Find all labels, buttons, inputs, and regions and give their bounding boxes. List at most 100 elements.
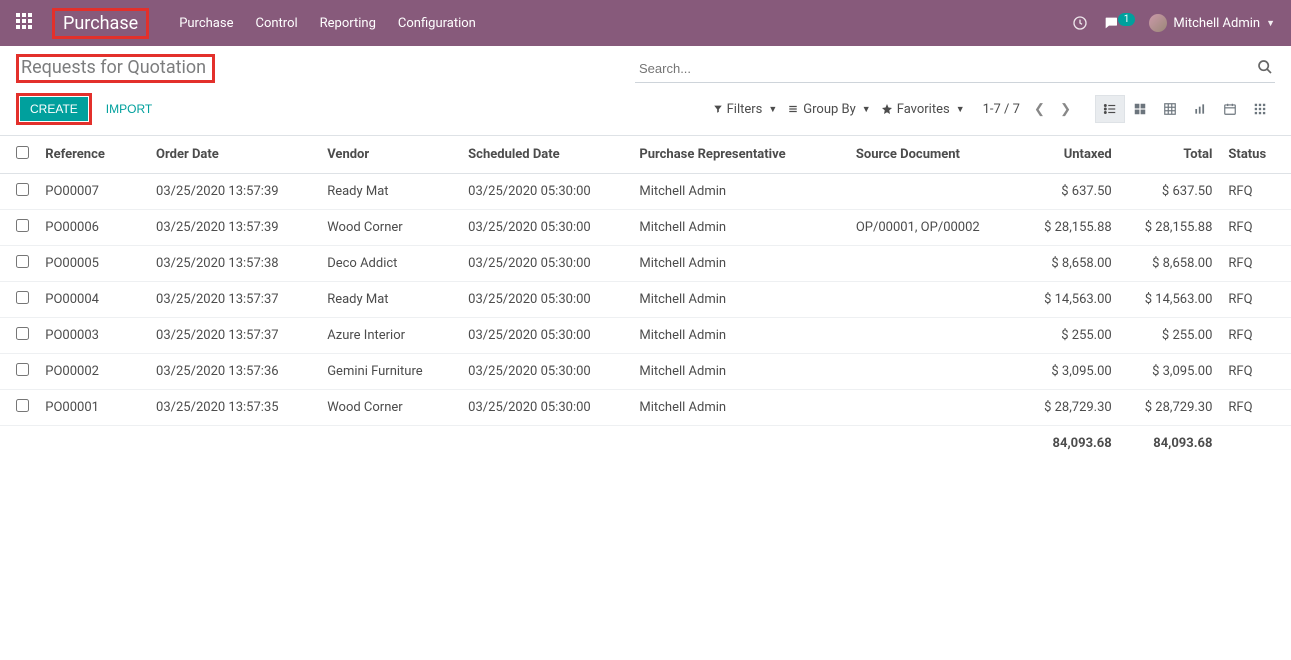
cell-source: [848, 318, 1019, 354]
table-row[interactable]: PO0000103/25/2020 13:57:35Wood Corner03/…: [0, 390, 1291, 426]
cell-order-date: 03/25/2020 13:57:37: [148, 282, 319, 318]
view-activity-icon[interactable]: [1245, 95, 1275, 123]
table-header-row: Reference Order Date Vendor Scheduled Da…: [0, 136, 1291, 174]
view-calendar-icon[interactable]: [1215, 95, 1245, 123]
row-checkbox[interactable]: [16, 399, 29, 412]
breadcrumb[interactable]: Requests for Quotation: [16, 54, 215, 83]
cell-representative: Mitchell Admin: [631, 390, 848, 426]
view-graph-icon[interactable]: [1185, 95, 1215, 123]
cell-vendor: Ready Mat: [319, 282, 460, 318]
pager-prev[interactable]: ❮: [1028, 98, 1051, 121]
row-checkbox[interactable]: [16, 327, 29, 340]
cell-scheduled-date: 03/25/2020 05:30:00: [460, 174, 631, 210]
filters-label: Filters: [727, 102, 763, 117]
col-untaxed[interactable]: Untaxed: [1019, 136, 1120, 174]
col-total[interactable]: Total: [1120, 136, 1221, 174]
cell-untaxed: $ 255.00: [1019, 318, 1120, 354]
favorites-button[interactable]: Favorites ▼: [881, 102, 965, 117]
filters-button[interactable]: Filters ▼: [713, 102, 778, 117]
favorites-label: Favorites: [897, 102, 950, 117]
nav-item-reporting[interactable]: Reporting: [320, 16, 376, 31]
avatar: [1149, 14, 1167, 32]
table-row[interactable]: PO0000203/25/2020 13:57:36Gemini Furnitu…: [0, 354, 1291, 390]
create-button[interactable]: CREATE: [20, 97, 88, 121]
nav-menu: Purchase Control Reporting Configuration: [179, 16, 476, 31]
pager-range[interactable]: 1-7 / 7: [983, 102, 1020, 117]
caret-down-icon: ▼: [862, 104, 871, 115]
nav-item-configuration[interactable]: Configuration: [398, 16, 476, 31]
search-box: [635, 55, 1275, 83]
groupby-label: Group By: [803, 102, 856, 117]
cell-untaxed: $ 14,563.00: [1019, 282, 1120, 318]
cell-status: RFQ: [1220, 210, 1291, 246]
row-checkbox[interactable]: [16, 363, 29, 376]
import-button[interactable]: IMPORT: [106, 102, 152, 116]
col-source[interactable]: Source Document: [848, 136, 1019, 174]
cell-vendor: Wood Corner: [319, 210, 460, 246]
view-pivot-icon[interactable]: [1155, 95, 1185, 123]
clock-icon[interactable]: [1072, 15, 1088, 31]
user-menu[interactable]: Mitchell Admin ▼: [1149, 14, 1275, 32]
cell-representative: Mitchell Admin: [631, 210, 848, 246]
cell-untaxed: $ 637.50: [1019, 174, 1120, 210]
cell-scheduled-date: 03/25/2020 05:30:00: [460, 390, 631, 426]
user-name: Mitchell Admin: [1173, 16, 1260, 31]
caret-down-icon: ▼: [1266, 18, 1275, 29]
cell-reference: PO00001: [37, 390, 148, 426]
cell-representative: Mitchell Admin: [631, 354, 848, 390]
search-input[interactable]: [635, 55, 1275, 83]
cell-vendor: Gemini Furniture: [319, 354, 460, 390]
col-status[interactable]: Status: [1220, 136, 1291, 174]
table-row[interactable]: PO0000403/25/2020 13:57:37Ready Mat03/25…: [0, 282, 1291, 318]
row-checkbox[interactable]: [16, 255, 29, 268]
cell-scheduled-date: 03/25/2020 05:30:00: [460, 210, 631, 246]
cell-order-date: 03/25/2020 13:57:37: [148, 318, 319, 354]
nav-item-control[interactable]: Control: [255, 16, 297, 31]
cell-reference: PO00005: [37, 246, 148, 282]
cell-total: $ 28,729.30: [1120, 390, 1221, 426]
table-row[interactable]: PO0000603/25/2020 13:57:39Wood Corner03/…: [0, 210, 1291, 246]
nav-item-purchase[interactable]: Purchase: [179, 16, 233, 31]
table-row[interactable]: PO0000303/25/2020 13:57:37Azure Interior…: [0, 318, 1291, 354]
total-untaxed: 84,093.68: [1019, 426, 1120, 462]
cell-scheduled-date: 03/25/2020 05:30:00: [460, 246, 631, 282]
row-checkbox[interactable]: [16, 291, 29, 304]
cell-vendor: Deco Addict: [319, 246, 460, 282]
cell-representative: Mitchell Admin: [631, 282, 848, 318]
pager-next[interactable]: ❯: [1054, 98, 1077, 121]
cell-status: RFQ: [1220, 354, 1291, 390]
apps-icon[interactable]: [16, 13, 32, 34]
cell-status: RFQ: [1220, 174, 1291, 210]
select-all-checkbox[interactable]: [16, 146, 29, 159]
table-row[interactable]: PO0000703/25/2020 13:57:39Ready Mat03/25…: [0, 174, 1291, 210]
cell-total: $ 14,563.00: [1120, 282, 1221, 318]
cell-status: RFQ: [1220, 390, 1291, 426]
col-scheduled-date[interactable]: Scheduled Date: [460, 136, 631, 174]
cell-order-date: 03/25/2020 13:57:38: [148, 246, 319, 282]
cell-scheduled-date: 03/25/2020 05:30:00: [460, 282, 631, 318]
cell-untaxed: $ 28,729.30: [1019, 390, 1120, 426]
app-brand[interactable]: Purchase: [52, 8, 149, 39]
table-row[interactable]: PO0000503/25/2020 13:57:38Deco Addict03/…: [0, 246, 1291, 282]
cell-vendor: Ready Mat: [319, 174, 460, 210]
cell-reference: PO00003: [37, 318, 148, 354]
row-checkbox[interactable]: [16, 183, 29, 196]
messaging-icon[interactable]: 1: [1102, 15, 1136, 31]
cell-source: [848, 174, 1019, 210]
cell-total: $ 8,658.00: [1120, 246, 1221, 282]
cell-order-date: 03/25/2020 13:57:36: [148, 354, 319, 390]
col-representative[interactable]: Purchase Representative: [631, 136, 848, 174]
cell-source: [848, 282, 1019, 318]
cell-source: [848, 390, 1019, 426]
search-icon[interactable]: [1257, 59, 1273, 79]
col-order-date[interactable]: Order Date: [148, 136, 319, 174]
cell-status: RFQ: [1220, 246, 1291, 282]
view-list-icon[interactable]: [1095, 95, 1125, 123]
groupby-button[interactable]: Group By ▼: [787, 102, 870, 117]
cell-scheduled-date: 03/25/2020 05:30:00: [460, 354, 631, 390]
view-kanban-icon[interactable]: [1125, 95, 1155, 123]
col-vendor[interactable]: Vendor: [319, 136, 460, 174]
cell-total: $ 637.50: [1120, 174, 1221, 210]
row-checkbox[interactable]: [16, 219, 29, 232]
col-reference[interactable]: Reference: [37, 136, 148, 174]
